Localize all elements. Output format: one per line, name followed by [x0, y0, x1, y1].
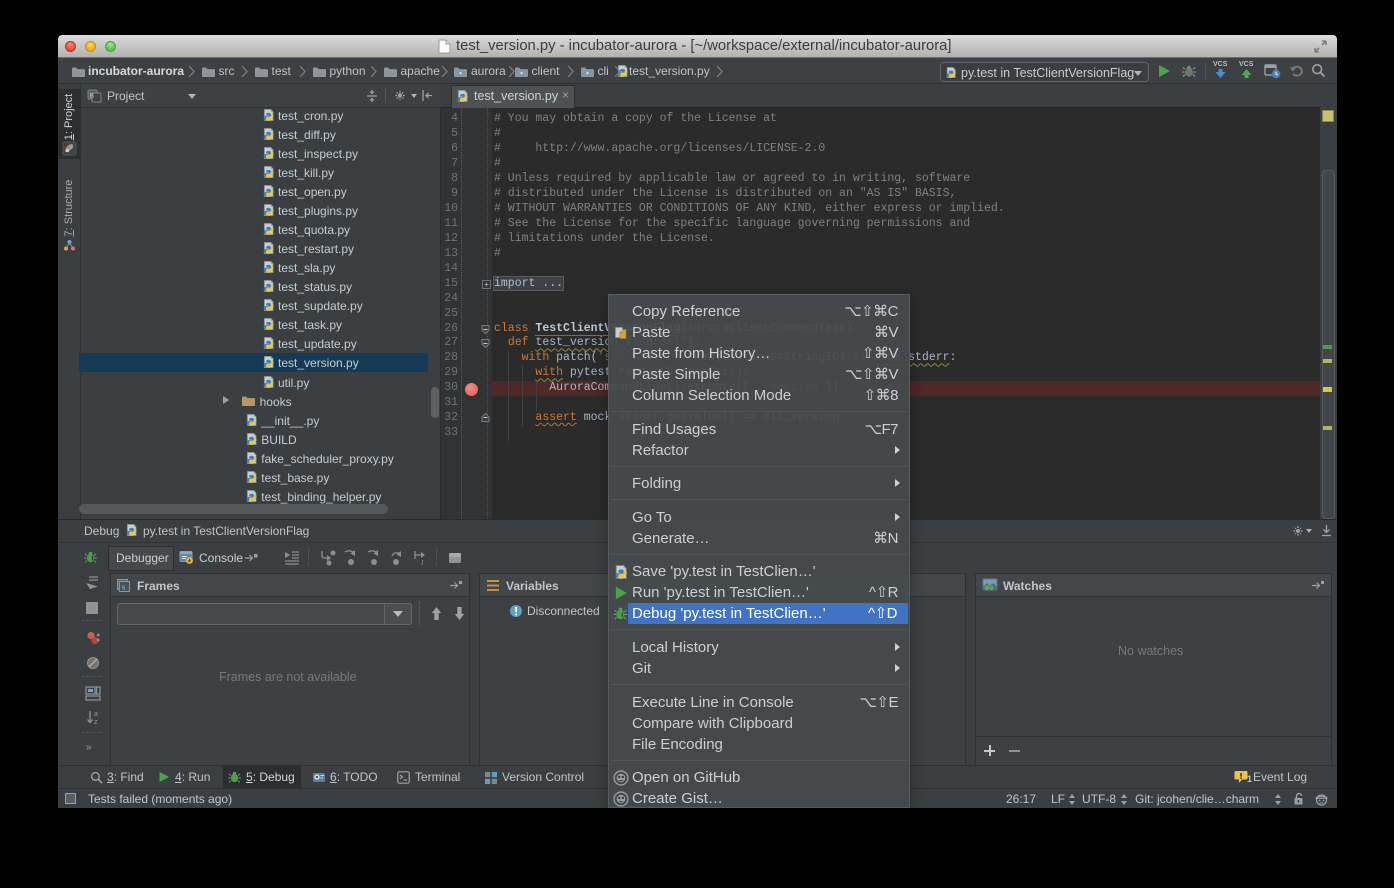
svg-text:B: B: [90, 93, 94, 100]
svg-text:s: s: [122, 585, 126, 593]
svg-text:a: a: [94, 711, 98, 718]
svg-text:I: I: [420, 559, 424, 566]
svg-text:z: z: [94, 719, 98, 725]
